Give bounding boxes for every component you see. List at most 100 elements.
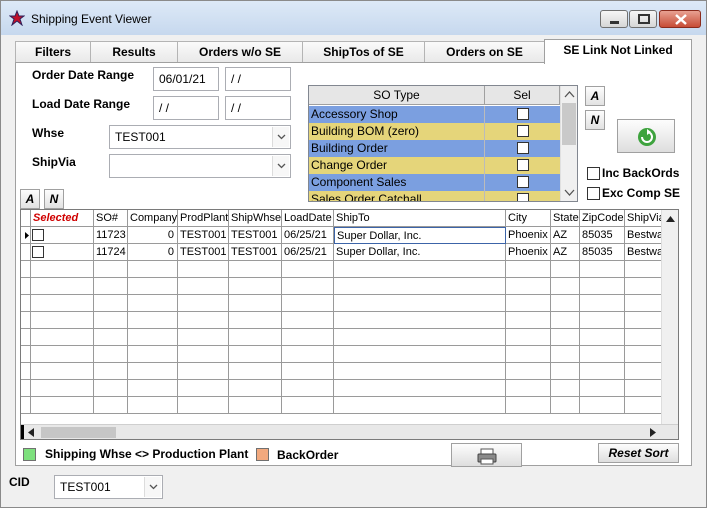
grid-cell[interactable] — [551, 261, 580, 278]
row-indicator[interactable] — [21, 244, 31, 261]
grid-cell[interactable]: TEST001 — [229, 227, 282, 244]
grid-cell[interactable] — [282, 346, 334, 363]
grid-cell[interactable] — [229, 397, 282, 414]
grid-cell[interactable] — [506, 295, 551, 312]
so-type-sel-checkbox[interactable] — [517, 108, 529, 120]
shipvia-select[interactable] — [109, 154, 291, 178]
grid-cell[interactable] — [334, 295, 506, 312]
grid-cell[interactable] — [506, 380, 551, 397]
grid-cell[interactable] — [178, 363, 229, 380]
row-indicator[interactable] — [21, 329, 31, 346]
grid-header-zipcode[interactable]: ZipCode — [580, 210, 625, 227]
close-button[interactable] — [659, 10, 701, 28]
grid-cell[interactable] — [551, 346, 580, 363]
grid-cell[interactable] — [128, 380, 178, 397]
so-type-row[interactable]: Building Order — [309, 140, 560, 157]
maximize-button[interactable] — [629, 10, 657, 28]
row-indicator[interactable] — [21, 227, 31, 244]
reset-sort-button[interactable]: Reset Sort — [598, 443, 679, 463]
so-type-header[interactable]: SO Type — [309, 86, 485, 105]
grid-cell[interactable]: 0 — [128, 227, 178, 244]
grid-cell[interactable]: Phoenix — [506, 244, 551, 261]
grid-cell[interactable] — [229, 312, 282, 329]
grid-cell[interactable] — [94, 346, 128, 363]
grid-cell[interactable]: Super Dollar, Inc. — [334, 244, 506, 261]
row-indicator[interactable] — [21, 397, 31, 414]
grid-header-so-[interactable]: SO# — [94, 210, 128, 227]
grid-cell[interactable] — [334, 346, 506, 363]
grid-cell[interactable]: AZ — [551, 227, 580, 244]
tab-shiptos-of-se[interactable]: ShipTos of SE — [302, 41, 425, 63]
grid-cell[interactable]: AZ — [551, 244, 580, 261]
so-type-sel-checkbox[interactable] — [517, 176, 529, 188]
grid-cell[interactable] — [580, 278, 625, 295]
row-indicator[interactable] — [21, 380, 31, 397]
grid-cell[interactable] — [31, 312, 94, 329]
row-indicator[interactable] — [21, 312, 31, 329]
grid-cell[interactable] — [31, 278, 94, 295]
so-type-sel-checkbox[interactable] — [517, 125, 529, 137]
grid-cell[interactable] — [229, 346, 282, 363]
grid-cell[interactable] — [178, 397, 229, 414]
grid-cell[interactable] — [506, 278, 551, 295]
row-select-checkbox-cell[interactable] — [31, 227, 94, 244]
grid-cell[interactable] — [580, 397, 625, 414]
so-type-row[interactable]: Sales Order Catchall — [309, 191, 560, 201]
grid-cell[interactable]: TEST001 — [178, 227, 229, 244]
grid-cell[interactable] — [128, 278, 178, 295]
grid-cell[interactable] — [229, 261, 282, 278]
load-date-to-input[interactable]: / / — [225, 96, 291, 120]
grid-cell[interactable] — [229, 329, 282, 346]
grid-cell[interactable] — [334, 312, 506, 329]
so-type-row[interactable]: Change Order — [309, 157, 560, 174]
grid-cell[interactable] — [282, 363, 334, 380]
grid-cell[interactable] — [551, 295, 580, 312]
so-type-scrollbar[interactable] — [560, 86, 577, 201]
grid-cell[interactable] — [282, 329, 334, 346]
row-select-checkbox[interactable] — [32, 229, 44, 241]
grid-cell[interactable]: 11724 — [94, 244, 128, 261]
grid-cell[interactable] — [31, 329, 94, 346]
grid-cell[interactable] — [580, 261, 625, 278]
grid-cell[interactable] — [506, 329, 551, 346]
grid-cell[interactable]: Super Dollar, Inc. — [334, 227, 506, 244]
so-type-row[interactable]: Accessory Shop — [309, 106, 560, 123]
grid-cell[interactable] — [31, 261, 94, 278]
so-type-row[interactable]: Component Sales — [309, 174, 560, 191]
row-indicator[interactable] — [21, 210, 31, 227]
grid-cell[interactable]: TEST001 — [178, 244, 229, 261]
grid-cell[interactable] — [229, 295, 282, 312]
grid-cell[interactable] — [94, 329, 128, 346]
grid-cell[interactable] — [551, 380, 580, 397]
grid-cell[interactable] — [334, 397, 506, 414]
grid-cell[interactable] — [128, 261, 178, 278]
grid-cell[interactable] — [551, 278, 580, 295]
grid-cell[interactable] — [94, 312, 128, 329]
grid-cell[interactable] — [229, 363, 282, 380]
grid-cell[interactable] — [580, 346, 625, 363]
grid-header-company[interactable]: Company — [128, 210, 178, 227]
chevron-down-icon[interactable] — [144, 477, 161, 497]
grid-cell[interactable] — [128, 312, 178, 329]
grid-cell[interactable] — [551, 329, 580, 346]
so-type-sel-checkbox[interactable] — [517, 159, 529, 171]
chevron-down-icon[interactable] — [272, 156, 289, 176]
row-indicator[interactable] — [21, 278, 31, 295]
results-grid[interactable]: Selected SO# 11723 11724 Company 0 0 ProdPlant T… — [20, 209, 679, 440]
grid-vertical-scrollbar[interactable] — [661, 210, 678, 426]
grid-cell[interactable] — [128, 295, 178, 312]
tab-orders-on-se[interactable]: Orders on SE — [424, 41, 545, 63]
grid-header-state[interactable]: State — [551, 210, 580, 227]
load-date-from-input[interactable]: / / — [153, 96, 219, 120]
cid-select[interactable]: TEST001 — [54, 475, 163, 499]
so-type-list[interactable]: SO Type Sel Accessory Shop Building BOM (… — [308, 85, 578, 202]
order-date-from-input[interactable]: 06/01/21 — [153, 67, 219, 91]
grid-cell[interactable] — [178, 261, 229, 278]
grid-header-shipwhse[interactable]: ShipWhse — [229, 210, 282, 227]
grid-cell[interactable] — [580, 380, 625, 397]
grid-cell[interactable] — [229, 380, 282, 397]
grid-cell[interactable]: TEST001 — [229, 244, 282, 261]
grid-cell[interactable] — [94, 363, 128, 380]
grid-cell[interactable] — [334, 363, 506, 380]
tab-results[interactable]: Results — [90, 41, 178, 63]
